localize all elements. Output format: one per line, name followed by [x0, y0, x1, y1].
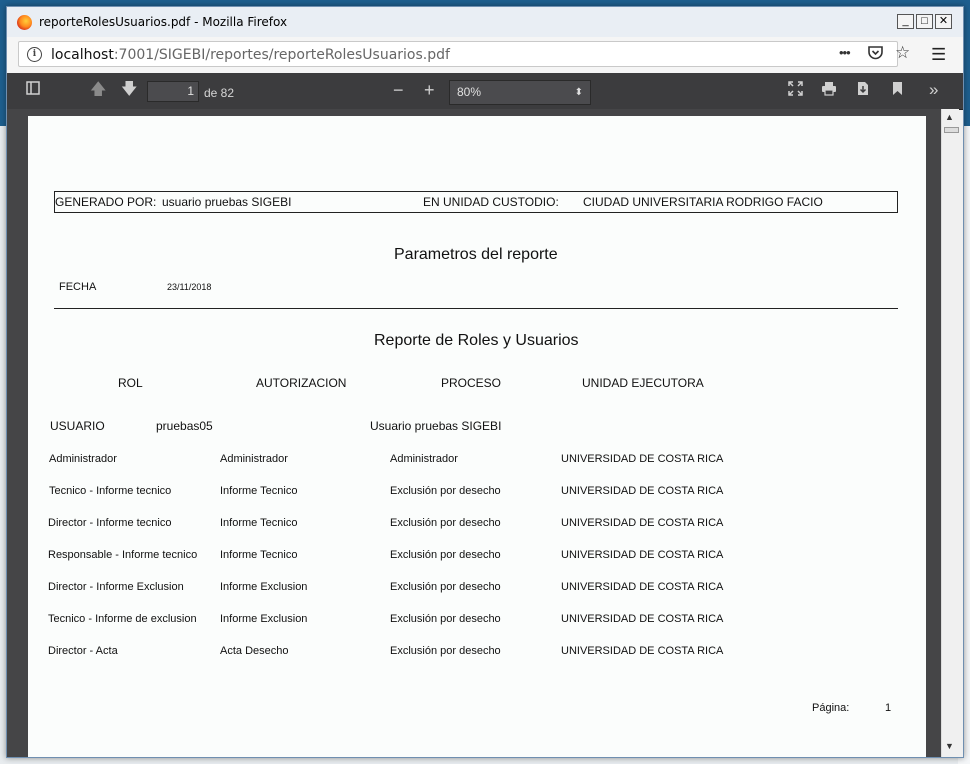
cell-proceso: Administrador [390, 453, 458, 465]
next-page-icon[interactable]: 🡇 [121, 81, 137, 99]
star-icon[interactable]: ☆ [895, 43, 910, 63]
cell-rol: Tecnico - Informe de exclusion [48, 613, 197, 625]
column-header-unidad-ejecutora: UNIDAD EJECUTORA [582, 376, 704, 390]
cell-proceso: Exclusión por desecho [390, 613, 501, 625]
page-number-input[interactable]: 1 [147, 81, 199, 102]
cell-unidad: UNIVERSIDAD DE COSTA RICA [561, 485, 724, 497]
chevron-updown-icon: ⬍ [574, 87, 583, 98]
pdf-toolbar: 🡅 🡇 1 de 82 − + 80% ⬍ » [7, 73, 963, 110]
zoom-in-icon[interactable]: + [424, 81, 435, 99]
column-header-rol: ROL [118, 376, 143, 390]
tools-chevron-icon[interactable]: » [929, 81, 938, 99]
unidad-label: EN UNIDAD CUSTODIO: [423, 195, 559, 209]
bookmark-icon[interactable] [892, 81, 903, 101]
pdf-page: GENERADO POR: usuario pruebas SIGEBI EN … [28, 116, 926, 757]
pagina-label: Página: [812, 702, 850, 714]
cell-unidad: UNIVERSIDAD DE COSTA RICA [561, 645, 724, 657]
url-bar[interactable]: i localhost:7001/SIGEBI/reportes/reporte… [18, 41, 910, 67]
print-icon[interactable] [821, 81, 837, 101]
zoom-out-icon[interactable]: − [393, 81, 404, 99]
cell-proceso: Exclusión por desecho [390, 517, 501, 529]
sidebar-toggle-icon[interactable] [26, 81, 40, 100]
cell-rol: Director - Informe tecnico [48, 517, 172, 529]
usuario-name: Usuario pruebas SIGEBI [370, 419, 502, 433]
pdf-viewer[interactable]: GENERADO POR: usuario pruebas SIGEBI EN … [7, 109, 947, 757]
pagina-value: 1 [885, 702, 892, 714]
cell-proceso: Exclusión por desecho [390, 645, 501, 657]
info-icon[interactable]: i [27, 47, 42, 62]
divider-line [54, 308, 898, 309]
column-header-proceso: PROCESO [441, 376, 502, 390]
usuario-label: USUARIO [50, 419, 105, 433]
cell-autorizacion: Acta Desecho [220, 645, 289, 657]
cell-rol: Tecnico - Informe tecnico [49, 485, 172, 497]
cell-rol: Administrador [49, 453, 117, 465]
pocket-icon[interactable] [867, 44, 884, 66]
url-path: :7001/SIGEBI/reportes/reporteRolesUsuari… [113, 47, 450, 63]
cell-proceso: Exclusión por desecho [390, 485, 501, 497]
cell-unidad: UNIVERSIDAD DE COSTA RICA [561, 453, 724, 465]
zoom-select[interactable]: 80% ⬍ [449, 80, 591, 105]
params-title: Parametros del reporte [394, 246, 558, 263]
column-header-autorizacion: AUTORIZACION [256, 376, 347, 390]
fecha-label: FECHA [59, 281, 97, 293]
cell-rol: Responsable - Informe tecnico [48, 549, 198, 561]
cell-proceso: Exclusión por desecho [390, 549, 501, 561]
unidad-value: CIUDAD UNIVERSITARIA RODRIGO FACIO [583, 195, 823, 209]
firefox-window: reporteRolesUsuarios.pdf - Mozilla Firef… [6, 6, 964, 758]
scroll-up-icon[interactable]: ▲ [945, 112, 954, 122]
cell-unidad: UNIVERSIDAD DE COSTA RICA [561, 581, 724, 593]
cell-unidad: UNIVERSIDAD DE COSTA RICA [561, 549, 724, 561]
close-button[interactable]: ✕ [935, 14, 952, 29]
cell-unidad: UNIVERSIDAD DE COSTA RICA [561, 613, 724, 625]
title-bar: reporteRolesUsuarios.pdf - Mozilla Firef… [7, 7, 963, 37]
cell-rol: Director - Acta [48, 645, 118, 657]
cell-autorizacion: Informe Tecnico [220, 485, 298, 497]
cell-autorizacion: Informe Tecnico [220, 517, 298, 529]
url-host: localhost [51, 47, 114, 63]
cell-autorizacion: Informe Exclusion [220, 581, 308, 593]
download-icon[interactable] [856, 81, 870, 101]
generado-label: GENERADO POR: [55, 195, 157, 209]
more-actions-icon[interactable]: ••• [839, 45, 851, 60]
vertical-scrollbar[interactable]: ▲ ▼ [941, 109, 959, 757]
scroll-thumb[interactable] [944, 127, 959, 133]
page-count-label: de 82 [204, 86, 235, 100]
usuario-id: pruebas05 [156, 419, 213, 433]
zoom-value: 80% [457, 85, 482, 99]
navigation-bar: i localhost:7001/SIGEBI/reportes/reporte… [7, 37, 963, 74]
cell-autorizacion: Informe Tecnico [220, 549, 298, 561]
cell-proceso: Exclusión por desecho [390, 581, 501, 593]
menu-icon[interactable]: ☰ [931, 45, 946, 65]
minimize-button[interactable]: _ [897, 14, 914, 29]
cell-rol: Director - Informe Exclusion [48, 581, 184, 593]
report-title: Reporte de Roles y Usuarios [374, 332, 579, 349]
cell-autorizacion: Administrador [220, 453, 288, 465]
fecha-value: 23/11/2018 [167, 282, 212, 292]
window-title: reporteRolesUsuarios.pdf - Mozilla Firef… [39, 15, 288, 29]
firefox-logo-icon [17, 15, 32, 30]
cell-autorizacion: Informe Exclusion [220, 613, 308, 625]
previous-page-icon[interactable]: 🡅 [90, 81, 106, 99]
maximize-button[interactable]: □ [916, 14, 933, 29]
presentation-mode-icon[interactable] [788, 81, 803, 101]
generado-value: usuario pruebas SIGEBI [162, 195, 292, 209]
cell-unidad: UNIVERSIDAD DE COSTA RICA [561, 517, 724, 529]
url-text[interactable]: localhost:7001/SIGEBI/reportes/reporteRo… [51, 47, 450, 63]
scroll-down-icon[interactable]: ▼ [945, 741, 954, 751]
